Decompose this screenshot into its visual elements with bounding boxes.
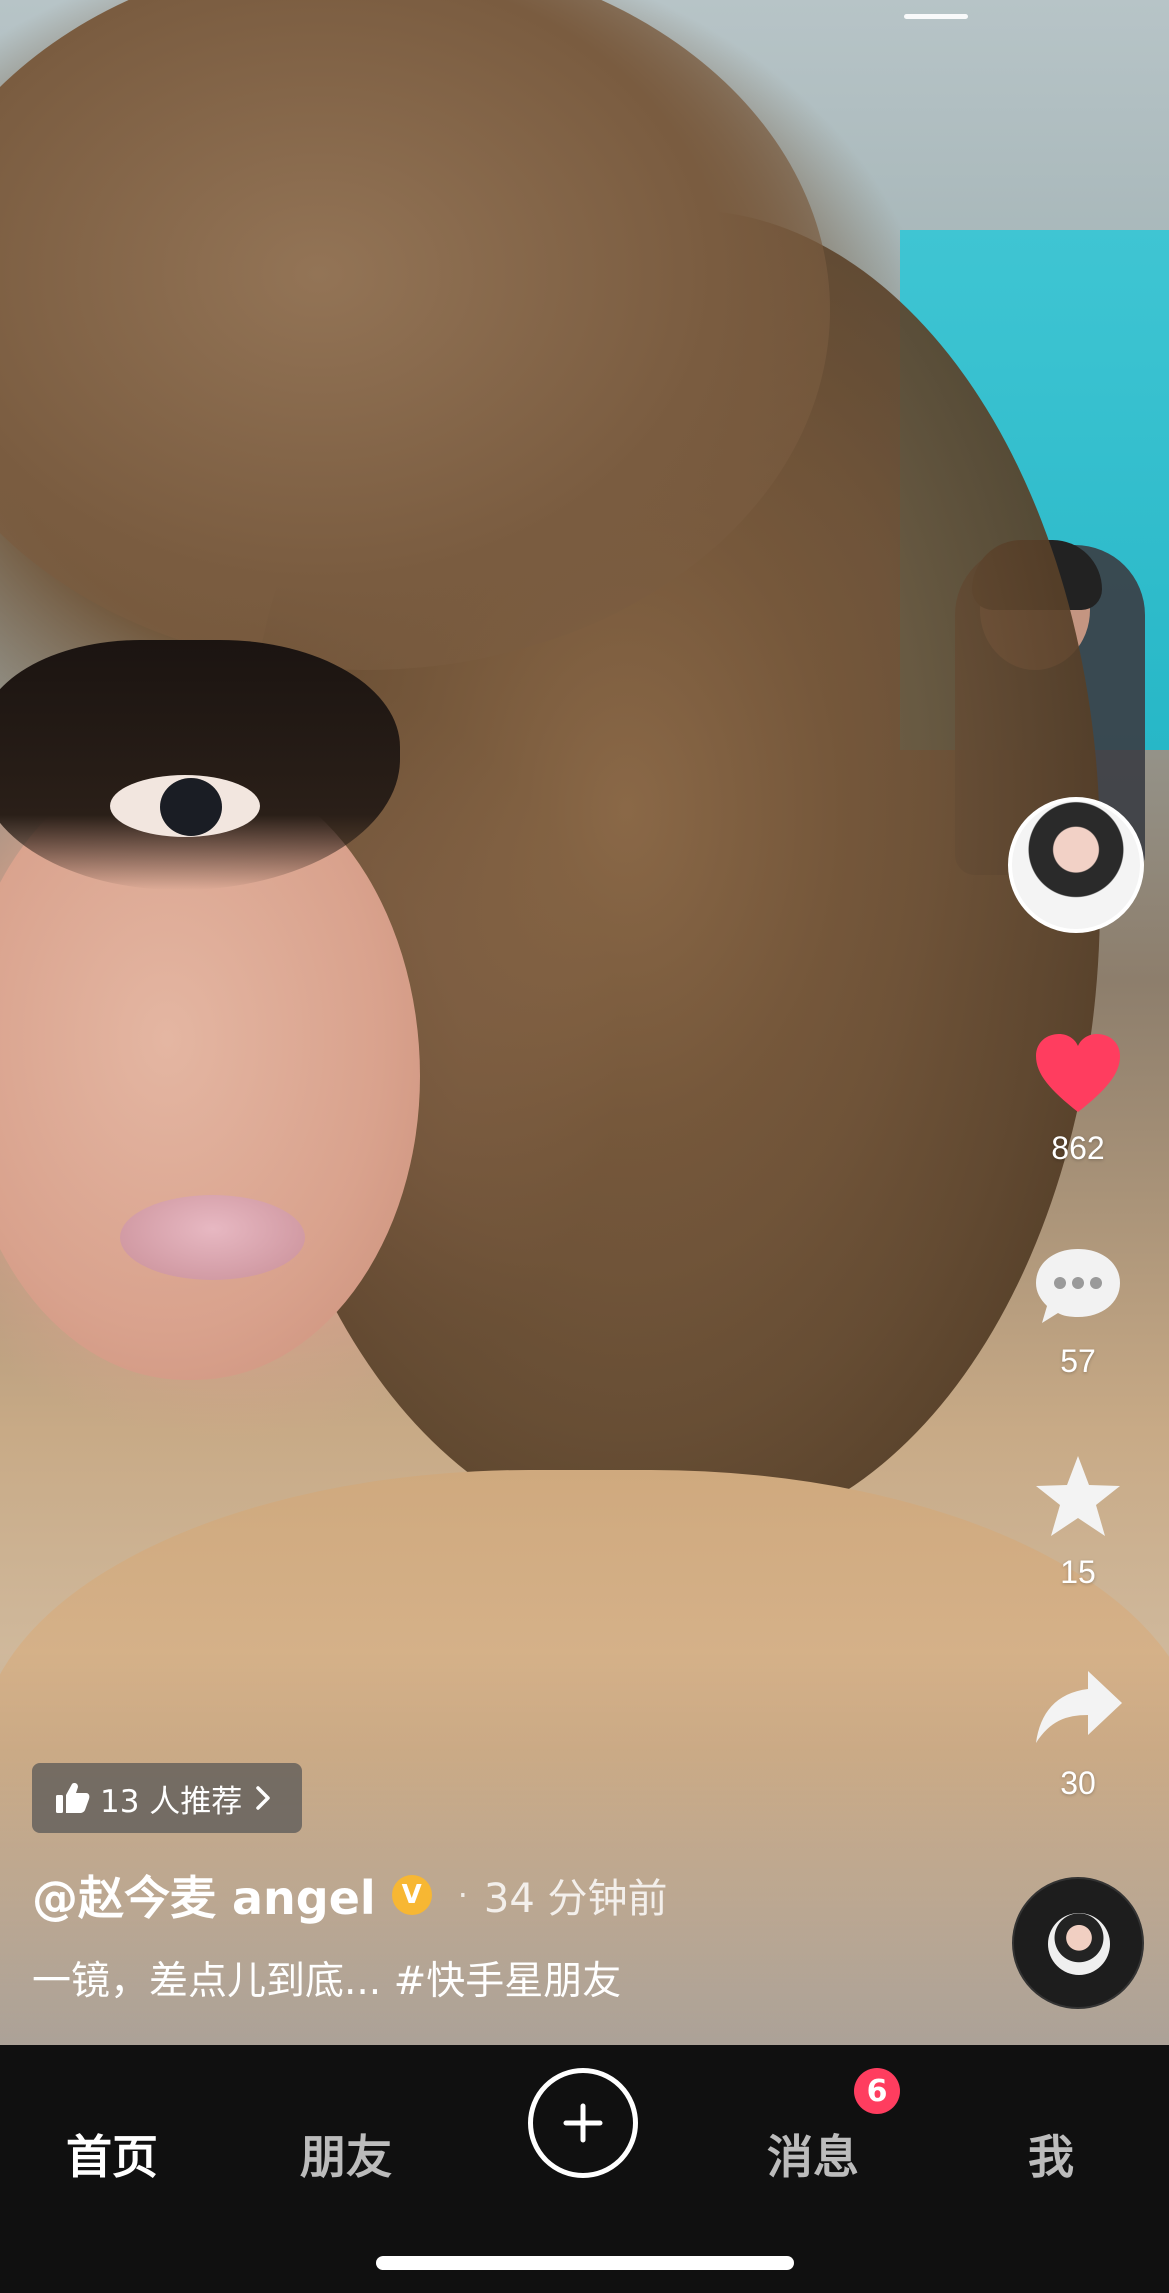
comment-count: 57 [1060, 1343, 1096, 1379]
video-caption[interactable]: 一镜，差点儿到底... #快手星朋友 [32, 1950, 621, 2006]
separator-dot: · [457, 1876, 468, 1914]
share-icon[interactable] [1030, 1665, 1126, 1753]
tab-friends[interactable]: 朋友 [300, 2121, 392, 2187]
star-icon[interactable] [1030, 1452, 1126, 1542]
recommend-label: 13 人推荐 [100, 1783, 243, 1820]
author-avatar[interactable] [1008, 797, 1144, 933]
share-count: 30 [1060, 1765, 1096, 1801]
comment-action[interactable]: 57 [1018, 1243, 1138, 1381]
plus-icon [563, 2103, 603, 2143]
video-player[interactable] [0, 0, 1169, 2045]
lips [120, 1195, 305, 1280]
music-disc[interactable] [1012, 1877, 1144, 2009]
create-button[interactable] [528, 2068, 638, 2178]
share-action[interactable]: 30 [1018, 1665, 1138, 1803]
messages-badge: 6 [854, 2068, 900, 2114]
music-cover [1048, 1913, 1110, 1975]
post-time: 34 分钟前 [483, 1876, 668, 1922]
comment-icon[interactable] [1030, 1243, 1126, 1331]
recommend-chip[interactable]: 13 人推荐 [32, 1763, 303, 1833]
heart-icon[interactable] [1030, 1030, 1126, 1118]
tab-home[interactable]: 首页 [66, 2121, 158, 2187]
drag-handle[interactable] [904, 14, 968, 19]
like-count: 862 [1051, 1130, 1105, 1166]
tab-messages[interactable]: 消息 [767, 2121, 859, 2187]
iris [160, 778, 222, 836]
author-name[interactable]: @赵今麦 angel [32, 1862, 376, 1928]
favorite-count: 15 [1060, 1554, 1096, 1590]
like-action[interactable]: 862 [1018, 1030, 1138, 1168]
favorite-action[interactable]: 15 [1018, 1452, 1138, 1592]
tab-me[interactable]: 我 [1028, 2121, 1074, 2187]
home-indicator[interactable] [376, 2256, 794, 2270]
author-line: @赵今麦 angel V · 34 分钟前 [32, 1862, 668, 1928]
verified-badge: V [391, 1875, 432, 1915]
thumb-up-icon [56, 1783, 90, 1813]
chevron-right-icon [256, 1786, 271, 1810]
